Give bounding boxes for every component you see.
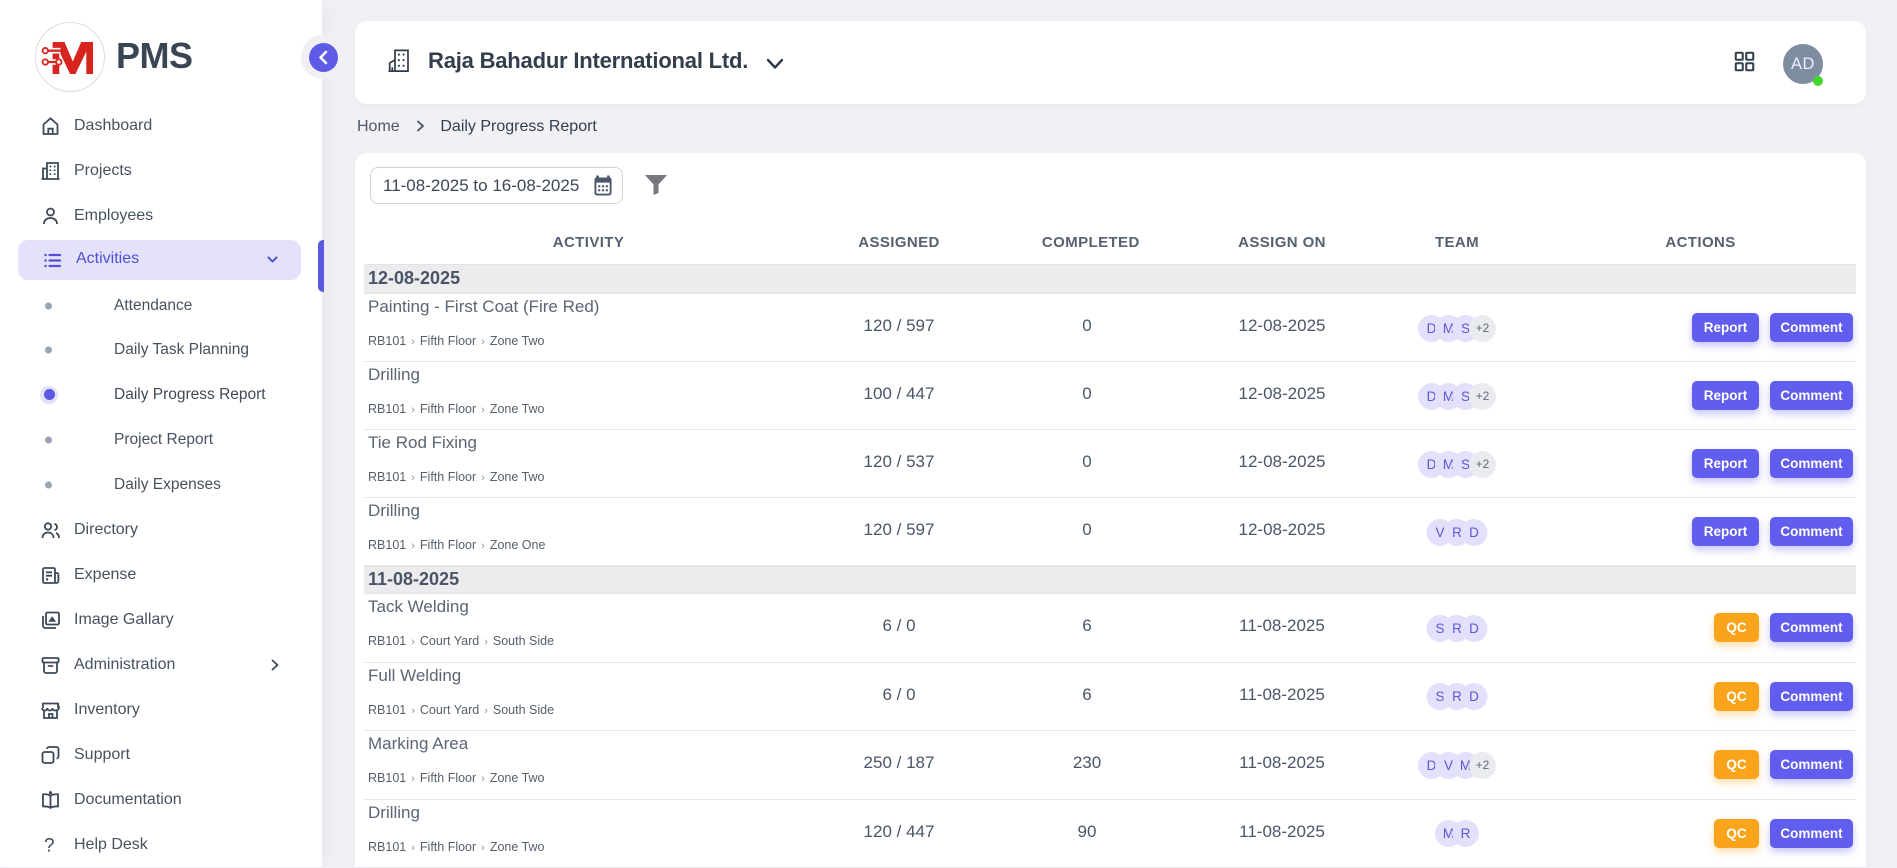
svg-text:?: ?	[44, 835, 55, 855]
